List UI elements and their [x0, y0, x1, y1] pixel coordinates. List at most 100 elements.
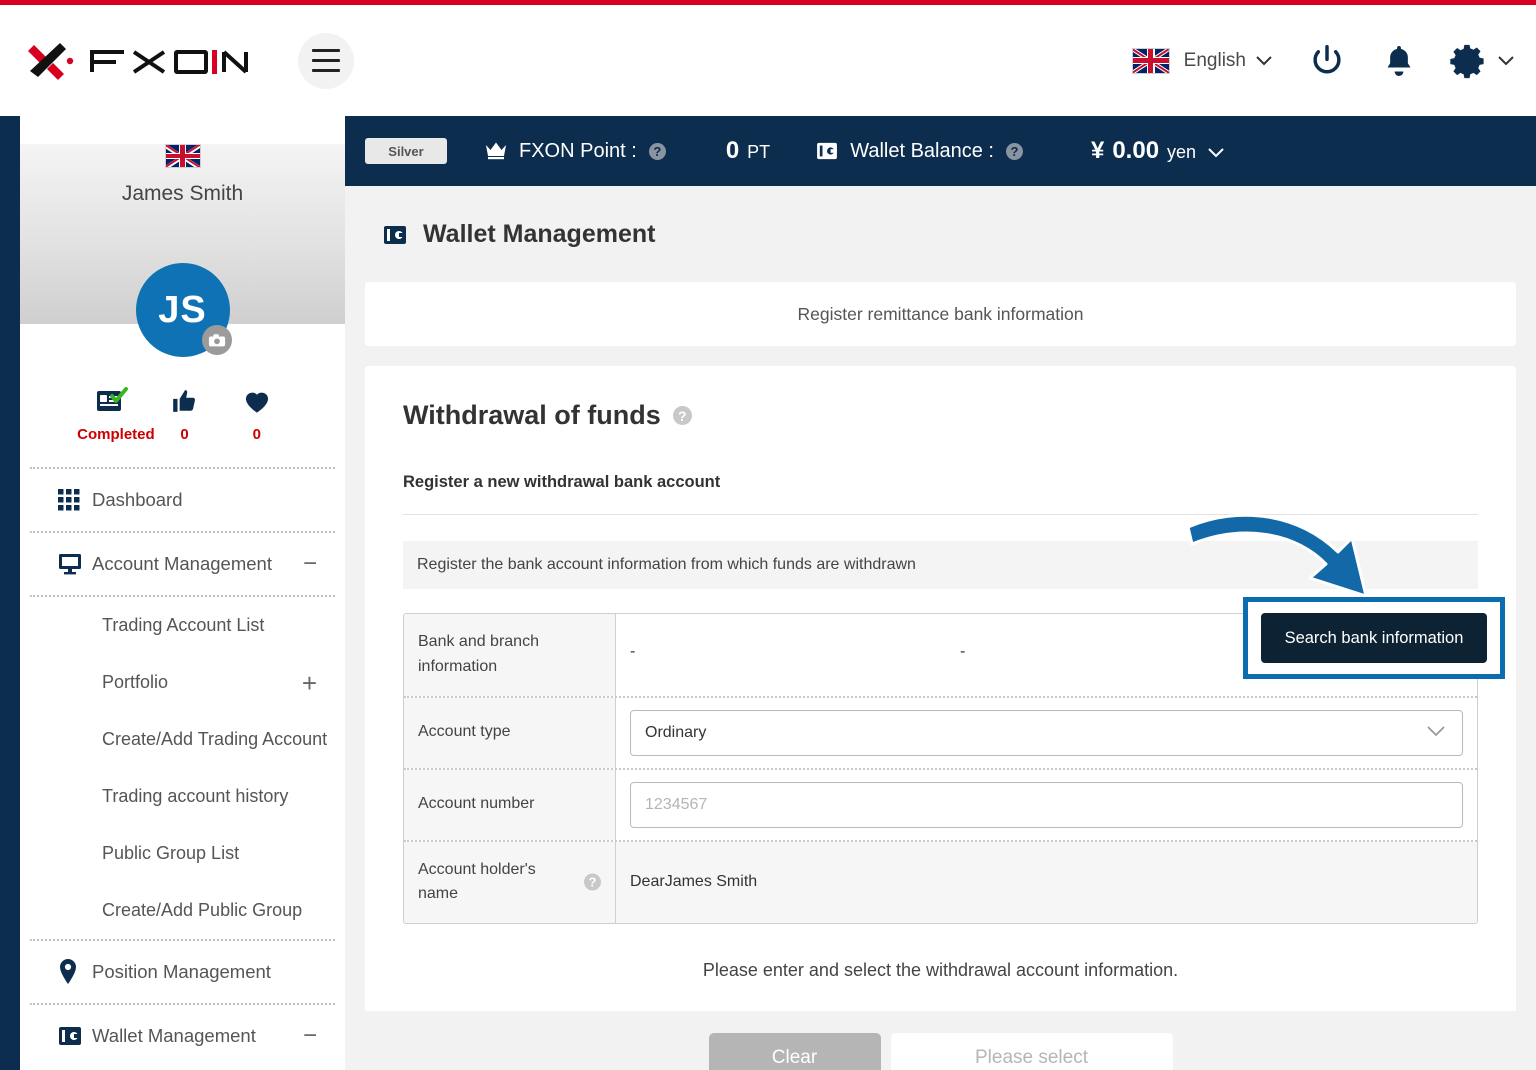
section-subtitle: Register a new withdrawal bank account: [403, 473, 721, 491]
form-actions: Clear Please select: [365, 1011, 1516, 1070]
wallet-balance-value: 0.00: [1112, 137, 1160, 164]
panel-title: Withdrawal of funds: [403, 400, 661, 430]
rank-badge: Silver: [365, 138, 447, 164]
camera-icon[interactable]: [201, 325, 232, 355]
bank-name-value: -: [630, 643, 636, 660]
sidebar-content: James Smith JS Completed 0 0 Dashboard A…: [20, 116, 345, 1070]
clear-button[interactable]: Clear: [708, 1033, 881, 1070]
sidebar-item-public-group-list[interactable]: Public Group List: [20, 825, 345, 882]
collapse-toggle-icon[interactable]: −: [303, 552, 317, 576]
tab-register-remittance-bank-information[interactable]: Register remittance bank information: [365, 282, 1516, 346]
expand-toggle-icon[interactable]: +: [302, 670, 317, 696]
thumbs-up-icon: [149, 386, 219, 416]
main-content: Silver FXON Point : ? 0 PT Wallet Balanc…: [345, 116, 1536, 1070]
withdrawal-panel: Withdrawal of funds ? Register a new wit…: [365, 366, 1516, 1070]
field-label-text: Account number: [418, 795, 535, 813]
sidebar-item-label: Wallet Management: [92, 1025, 256, 1046]
avatar-initials: JS: [158, 288, 207, 331]
sidebar-item-trading-account-history[interactable]: Trading account history: [20, 768, 345, 825]
settings-button[interactable]: [1450, 42, 1514, 80]
tab-label: Register remittance bank information: [797, 303, 1084, 324]
sidebar-menu: Dashboard Account Management − Trading A…: [20, 469, 345, 1067]
app-root: English James Smith JS Completed 0 0 Das…: [0, 0, 1536, 1070]
sidebar-item-wallet-management[interactable]: Wallet Management −: [20, 1005, 345, 1067]
field-value-account-holder-name: Dear James Smith: [616, 841, 1477, 924]
hamburger-icon-bar: [312, 68, 340, 72]
bell-icon: [1387, 45, 1411, 76]
language-selector[interactable]: English: [1131, 47, 1272, 74]
help-icon[interactable]: ?: [1005, 142, 1023, 160]
gear-icon: [1450, 44, 1484, 78]
please-select-button[interactable]: Please select: [890, 1033, 1173, 1070]
form-notice: Register the bank account information fr…: [403, 541, 1478, 589]
notifications-button[interactable]: [1382, 43, 1416, 79]
sidebar-subitem-label: Create/Add Trading Account: [102, 729, 328, 749]
field-label-text: Account type: [418, 723, 511, 741]
holder-name-value: James Smith: [664, 873, 758, 891]
field-label-bank-branch: Bank and branch information: [404, 614, 616, 696]
sidebar-item-label: Dashboard: [92, 489, 183, 510]
field-label-account-number: Account number: [404, 769, 616, 840]
sidebar-item-position-management[interactable]: Position Management: [20, 941, 345, 1003]
fxon-point-value: 0: [725, 137, 740, 164]
field-value-account-type: Ordinary: [616, 697, 1477, 768]
wallet-balance-value-group[interactable]: ¥ 0.00 yen: [1091, 137, 1224, 165]
wallet-icon: [58, 1026, 92, 1046]
field-label-text: Bank and branch information: [418, 633, 539, 675]
sidebar-subitem-label: Public Group List: [102, 843, 240, 863]
profile-stats: Completed 0 0: [20, 386, 345, 443]
hamburger-icon-bar: [312, 49, 340, 53]
holder-name-prefix: Dear: [630, 873, 665, 891]
branch-name-value: -: [960, 643, 966, 660]
power-button[interactable]: [1308, 42, 1346, 80]
help-icon[interactable]: ?: [584, 873, 601, 891]
form-hint: Please enter and select the withdrawal a…: [702, 960, 1179, 981]
fxon-logo[interactable]: [20, 35, 256, 87]
chevron-down-icon[interactable]: [1208, 148, 1224, 158]
collapse-toggle-icon[interactable]: −: [303, 1024, 317, 1048]
fxon-point-unit: PT: [747, 142, 771, 162]
table-row: Account type Ordinary: [404, 697, 1477, 770]
sidebar-item-label: Account Management: [92, 553, 272, 574]
page-header: Wallet Management: [345, 186, 1536, 249]
account-status-bar: Silver FXON Point : ? 0 PT Wallet Balanc…: [345, 116, 1536, 186]
sidebar-item-account-management[interactable]: Account Management −: [20, 533, 345, 595]
search-bank-information-button[interactable]: Search bank information: [1261, 613, 1487, 663]
sidebar-item-trading-account-list[interactable]: Trading Account List: [20, 597, 345, 654]
stat-favorites-value: 0: [252, 426, 261, 443]
fxon-mark-icon: [28, 42, 74, 80]
help-icon[interactable]: ?: [672, 406, 692, 425]
header-actions: English: [1131, 42, 1514, 80]
grid-icon: [58, 489, 92, 511]
power-icon: [1313, 44, 1341, 73]
sidebar-subitem-label: Create/Add Public Group: [102, 900, 303, 920]
account-type-selected-value: Ordinary: [645, 723, 707, 741]
profile-uk-flag-icon: [164, 144, 201, 168]
help-icon[interactable]: ?: [648, 142, 666, 160]
sidebar-item-create-add-public-group[interactable]: Create/Add Public Group: [20, 882, 345, 939]
account-number-input[interactable]: [630, 781, 1463, 828]
divider: [403, 514, 1478, 515]
table-row: Account holder's name ? Dear James Smith: [404, 841, 1477, 924]
chevron-down-icon: [1426, 724, 1446, 742]
sidebar-item-portfolio[interactable]: Portfolio +: [20, 654, 345, 711]
wallet-balance-label: Wallet Balance :: [850, 139, 994, 162]
wallet-icon: [384, 225, 406, 244]
sidebar: James Smith JS Completed 0 0 Dashboard A…: [0, 116, 345, 1070]
stat-likes[interactable]: 0: [149, 386, 219, 443]
fxon-point-value-group: 0 PT: [726, 137, 770, 165]
language-label: English: [1183, 49, 1246, 71]
id-card-verified-icon: [77, 386, 147, 416]
menu-toggle-button[interactable]: [298, 32, 354, 89]
sidebar-item-create-add-trading-account[interactable]: Create/Add Trading Account: [20, 711, 345, 768]
wallet-icon: [817, 142, 838, 160]
wallet-balance-unit: yen: [1167, 142, 1197, 162]
stat-favorites[interactable]: 0: [222, 386, 292, 443]
user-profile-card: James Smith JS: [20, 144, 345, 357]
sidebar-item-dashboard[interactable]: Dashboard: [20, 469, 345, 531]
avatar[interactable]: JS: [135, 263, 232, 357]
account-type-select[interactable]: Ordinary: [630, 709, 1463, 756]
stat-verification[interactable]: Completed: [77, 386, 155, 443]
app-header: English: [0, 5, 1536, 116]
search-bank-information-highlight: Search bank information: [1243, 597, 1505, 679]
